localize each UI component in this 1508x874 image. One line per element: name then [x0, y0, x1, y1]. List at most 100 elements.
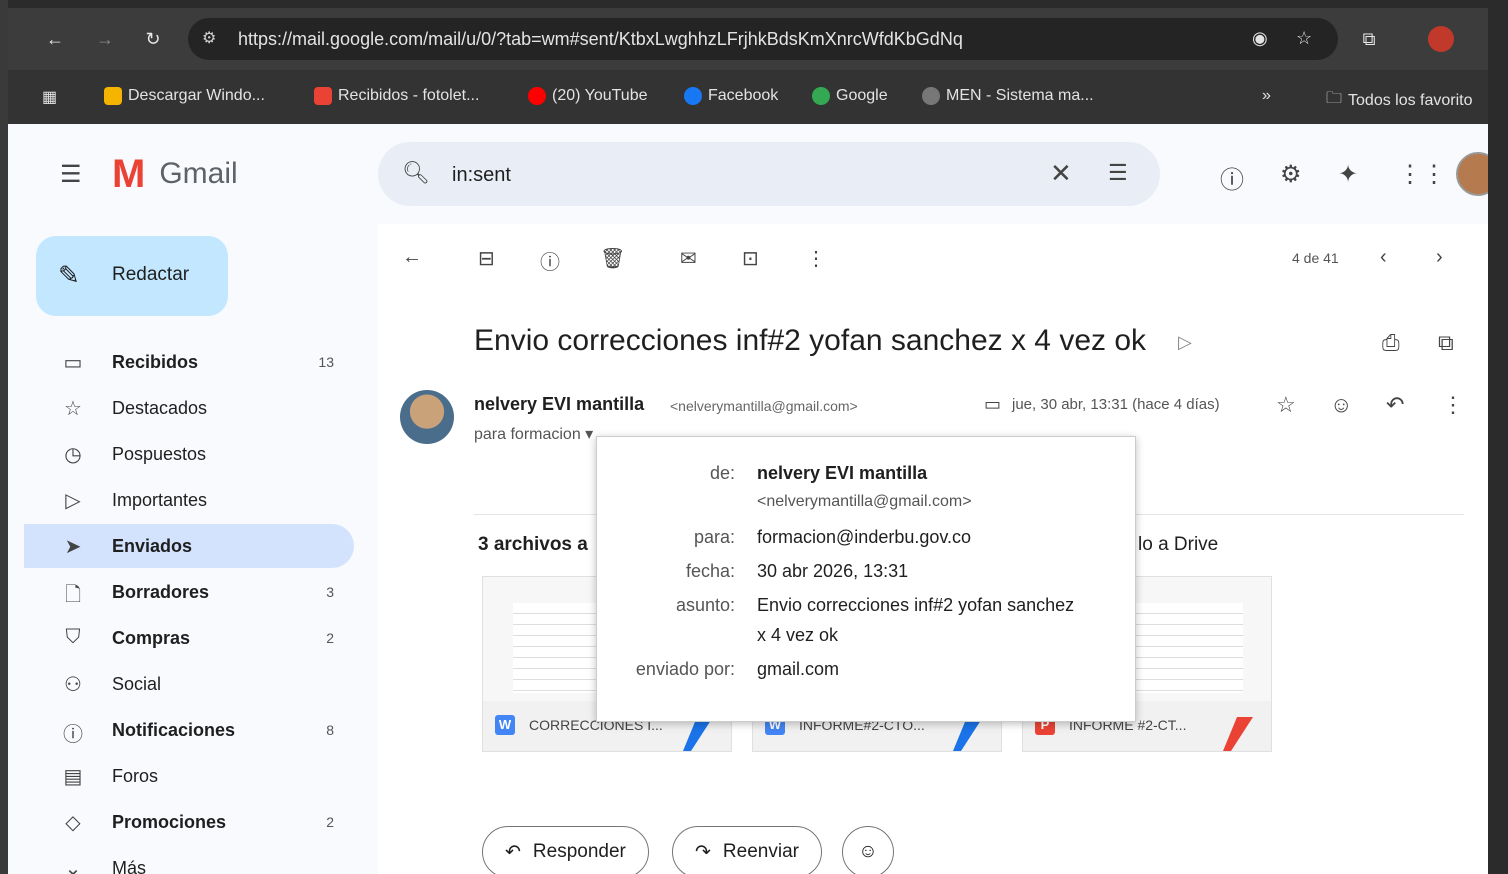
sidebar: ✎ Redactar ▭ Recibidos 13 ☆ Destacados ◷… — [8, 224, 378, 874]
reply-button[interactable]: ↶ Responder — [482, 826, 649, 874]
sidebar-item-enviados[interactable]: ➤ Enviados — [24, 524, 354, 568]
move-to-icon[interactable]: ⊡ — [742, 246, 759, 271]
message-details-popup: de: nelvery EVI mantilla <nelverymantill… — [596, 436, 1136, 722]
sidebar-item-promociones[interactable]: ◇ Promociones 2 — [24, 800, 354, 844]
all-bookmarks[interactable]: 🗀 Todos los favorito — [1326, 87, 1473, 114]
file-corner-icon — [953, 717, 983, 751]
chevron-down-icon: ⌄ — [64, 858, 82, 874]
star-icon[interactable]: ☆ — [1276, 392, 1296, 418]
search-icon[interactable]: 🔍︎ — [402, 160, 430, 186]
back-icon[interactable]: ← — [42, 26, 68, 52]
forward-icon[interactable]: → — [92, 26, 118, 52]
detail-label: fecha: — [685, 561, 735, 581]
print-icon[interactable]: ⎙ — [1382, 330, 1400, 356]
desktop-edge — [0, 0, 8, 874]
bookmark-item[interactable]: MEN - Sistema ma... — [922, 87, 1094, 105]
bookmark-favicon — [684, 87, 702, 105]
search-input[interactable]: in:sent — [452, 164, 511, 187]
compose-button[interactable]: ✎ Redactar — [36, 236, 228, 316]
reply-icon: ↶ — [505, 841, 521, 863]
extensions-icon[interactable]: ⧉ — [1356, 26, 1382, 52]
forward-button[interactable]: ↷ Reenviar — [672, 826, 822, 874]
apps-grid-icon[interactable]: ⋮⋮ — [1398, 160, 1446, 189]
emoji-react-icon[interactable]: ☺ — [1330, 392, 1352, 418]
sidebar-item-compras[interactable]: ⛉ Compras 2 — [24, 616, 354, 660]
add-to-drive-link[interactable]: lo a Drive — [1138, 534, 1218, 556]
reply-icon[interactable]: ↶ — [1386, 392, 1404, 418]
apps-icon[interactable]: ▦ — [42, 87, 57, 107]
older-icon[interactable]: › — [1436, 246, 1443, 269]
details-dropdown-icon[interactable]: ▾ — [585, 426, 593, 443]
more-vert-icon[interactable]: ⋮ — [806, 246, 826, 271]
address-bar[interactable]: ⚙ https://mail.google.com/mail/u/0/?tab=… — [188, 18, 1338, 60]
sidebar-item-pospuestos[interactable]: ◷ Pospuestos — [24, 432, 354, 476]
recipient-text: para formacion — [474, 426, 581, 443]
bookmark-favicon — [528, 87, 546, 105]
sender-avatar[interactable] — [400, 390, 454, 444]
help-icon[interactable]: ⓘ — [1220, 160, 1244, 195]
pager-count: 4 de 41 — [1292, 250, 1339, 266]
detail-from-email: <nelverymantilla@gmail.com> — [757, 493, 972, 510]
newer-icon[interactable]: ‹ — [1380, 246, 1387, 269]
bookmark-favicon — [314, 87, 332, 105]
emoji-button[interactable]: ☺ — [842, 826, 894, 874]
bookmark-item[interactable]: Recibidos - fotolet... — [314, 87, 479, 105]
bookmark-favicon — [922, 87, 940, 105]
folder-icon: 🗀 — [1326, 90, 1343, 107]
bookmark-item[interactable]: Google — [812, 87, 888, 105]
sidebar-item-label: Pospuestos — [112, 444, 207, 464]
bookmark-item[interactable]: Facebook — [684, 87, 778, 105]
bookmark-item[interactable]: (20) YouTube — [528, 87, 647, 105]
recipient-line[interactable]: para formacion ▾ — [474, 424, 593, 444]
forward-label: Reenviar — [722, 841, 799, 862]
gear-icon[interactable]: ⚙ — [1280, 160, 1302, 189]
detail-label: enviado por: — [635, 659, 735, 679]
label-icon: ▭ — [984, 394, 1002, 414]
profile-icon[interactable] — [1428, 26, 1454, 52]
report-spam-icon[interactable]: ⓘ — [540, 246, 560, 275]
mark-unread-icon[interactable]: ✉ — [680, 246, 697, 271]
sidebar-item-label: Borradores — [112, 582, 210, 602]
gemini-icon[interactable]: ✦ — [1338, 160, 1358, 189]
info-icon: ⓘ — [63, 724, 83, 746]
sidebar-item-borradores[interactable]: 🗋 Borradores 3 — [24, 570, 354, 614]
gmail-logo[interactable]: M Gmail — [112, 154, 238, 194]
gmail-m-icon: M — [112, 152, 146, 196]
sidebar-item-destacados[interactable]: ☆ Destacados — [24, 386, 354, 430]
site-settings-icon[interactable]: ⚙ — [202, 28, 216, 48]
important-marker-icon[interactable]: ▷ — [1178, 332, 1192, 353]
more-options-icon[interactable]: ⋮ — [1442, 392, 1464, 418]
sidebar-item-mas[interactable]: ⌄ Más — [24, 846, 354, 874]
sidebar-item-recibidos[interactable]: ▭ Recibidos 13 — [24, 340, 354, 384]
bookmarks-bar: ▦ Descargar Windo... Recibidos - fotolet… — [8, 70, 1488, 124]
sender-email: <nelverymantilla@gmail.com> — [670, 398, 858, 414]
sidebar-item-notificaciones[interactable]: ⓘ Notificaciones 8 — [24, 708, 354, 752]
url-text[interactable]: https://mail.google.com/mail/u/0/?tab=wm… — [238, 29, 963, 50]
archive-icon[interactable]: ⊟ — [478, 246, 495, 271]
draft-icon: 🗋 — [64, 584, 82, 606]
sidebar-item-social[interactable]: ⚇ Social — [24, 662, 354, 706]
clear-search-icon[interactable]: ✕ — [1050, 158, 1072, 189]
forward-icon: ↷ — [695, 841, 711, 863]
search-bar[interactable]: 🔍︎ in:sent ✕ ☰ — [378, 142, 1160, 206]
open-new-window-icon[interactable]: ⧉ — [1438, 330, 1454, 356]
reload-icon[interactable]: ↻ — [140, 26, 166, 52]
bookmarks-overflow[interactable]: » — [1262, 87, 1271, 105]
extension-icon[interactable]: ◉ — [1252, 28, 1268, 49]
clock-icon: ◷ — [64, 444, 82, 466]
detail-subject: Envio correcciones inf#2 yofan sanchez — [757, 595, 1075, 615]
tag-icon: ◇ — [65, 812, 81, 834]
account-avatar[interactable] — [1456, 152, 1488, 196]
word-file-icon: W — [495, 715, 515, 735]
menu-icon[interactable]: ☰ — [60, 160, 82, 189]
emoji-icon: ☺ — [858, 841, 878, 862]
back-to-list-icon[interactable]: ← — [402, 246, 422, 269]
sidebar-item-count: 13 — [318, 354, 334, 370]
detail-label: de: — [709, 463, 735, 483]
bookmark-star-icon[interactable]: ☆ — [1296, 28, 1312, 49]
search-options-icon[interactable]: ☰ — [1108, 160, 1128, 186]
delete-icon[interactable]: 🗑 — [600, 246, 625, 271]
bookmark-item[interactable]: Descargar Windo... — [104, 87, 265, 105]
sidebar-item-foros[interactable]: ▤ Foros — [24, 754, 354, 798]
sidebar-item-importantes[interactable]: ▷ Importantes — [24, 478, 354, 522]
